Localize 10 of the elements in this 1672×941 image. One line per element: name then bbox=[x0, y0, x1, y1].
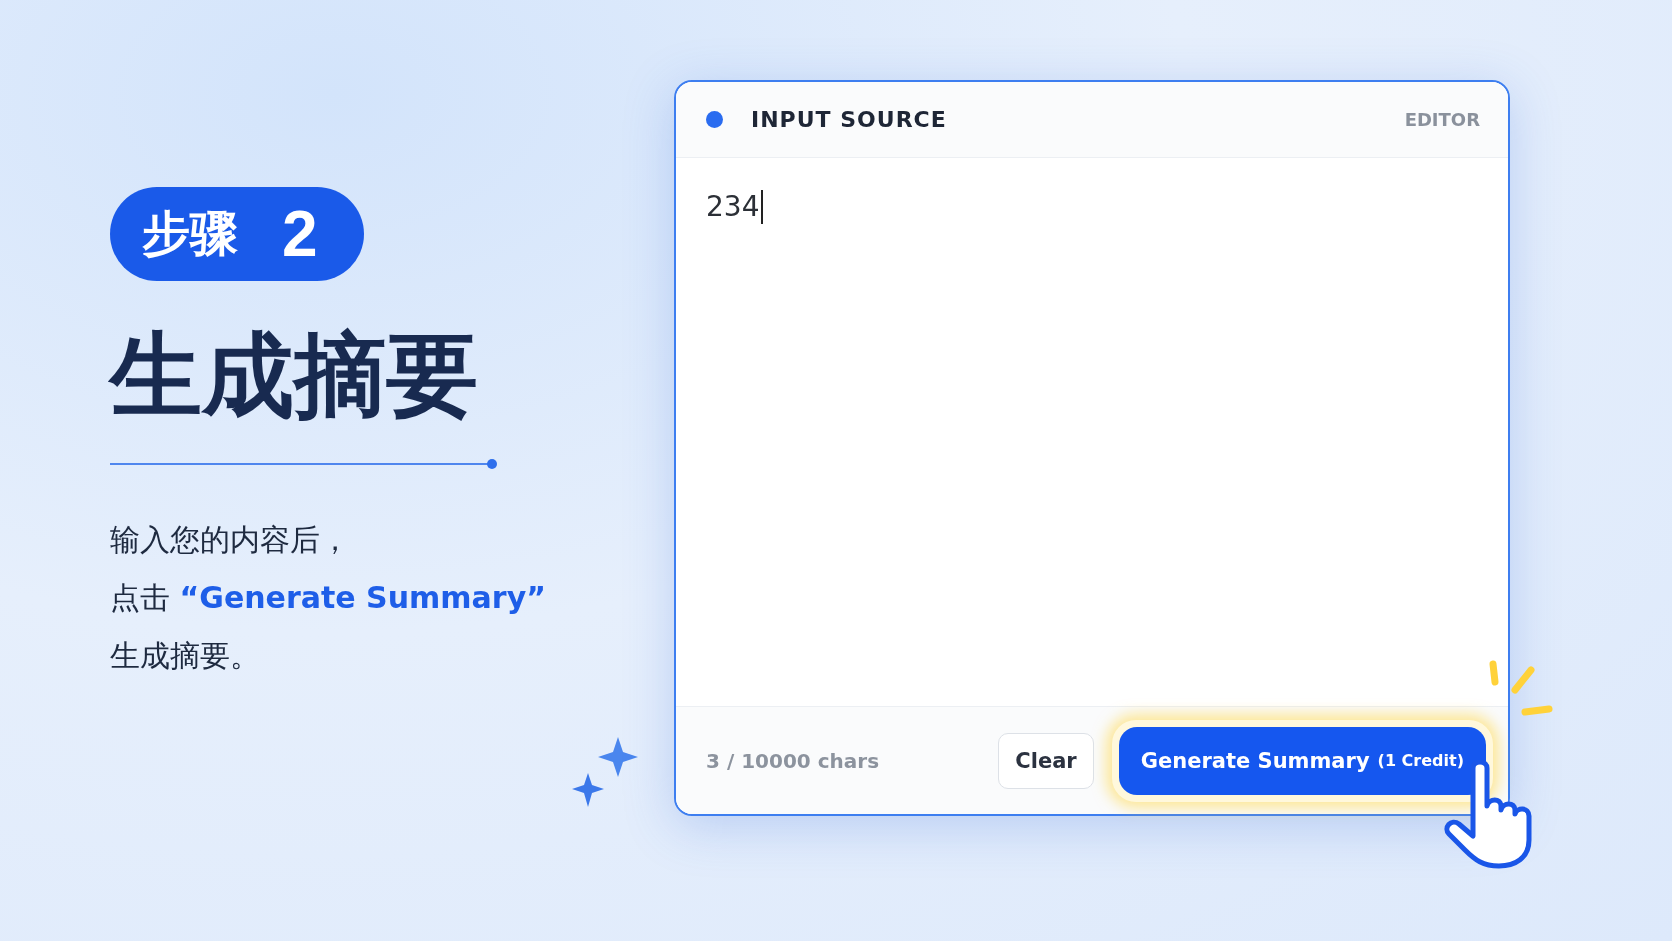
instruction-text: 输入您的内容后， 点击 “Generate Summary” 生成摘要。 bbox=[110, 521, 546, 675]
status-dot bbox=[706, 111, 723, 128]
page-title: 生成摘要 bbox=[110, 321, 478, 431]
clear-button[interactable]: Clear bbox=[998, 732, 1094, 789]
mode-label: EDITOR bbox=[1404, 109, 1480, 130]
char-count: 3 / 10000 chars bbox=[706, 748, 880, 773]
panel-title: INPUT SOURCE bbox=[751, 107, 947, 132]
step-badge: 步骤 2 bbox=[110, 187, 364, 281]
text-input-field[interactable]: 234 bbox=[676, 158, 1508, 706]
generate-summary-button[interactable]: Generate Summary (1 Credit) bbox=[1118, 726, 1486, 795]
